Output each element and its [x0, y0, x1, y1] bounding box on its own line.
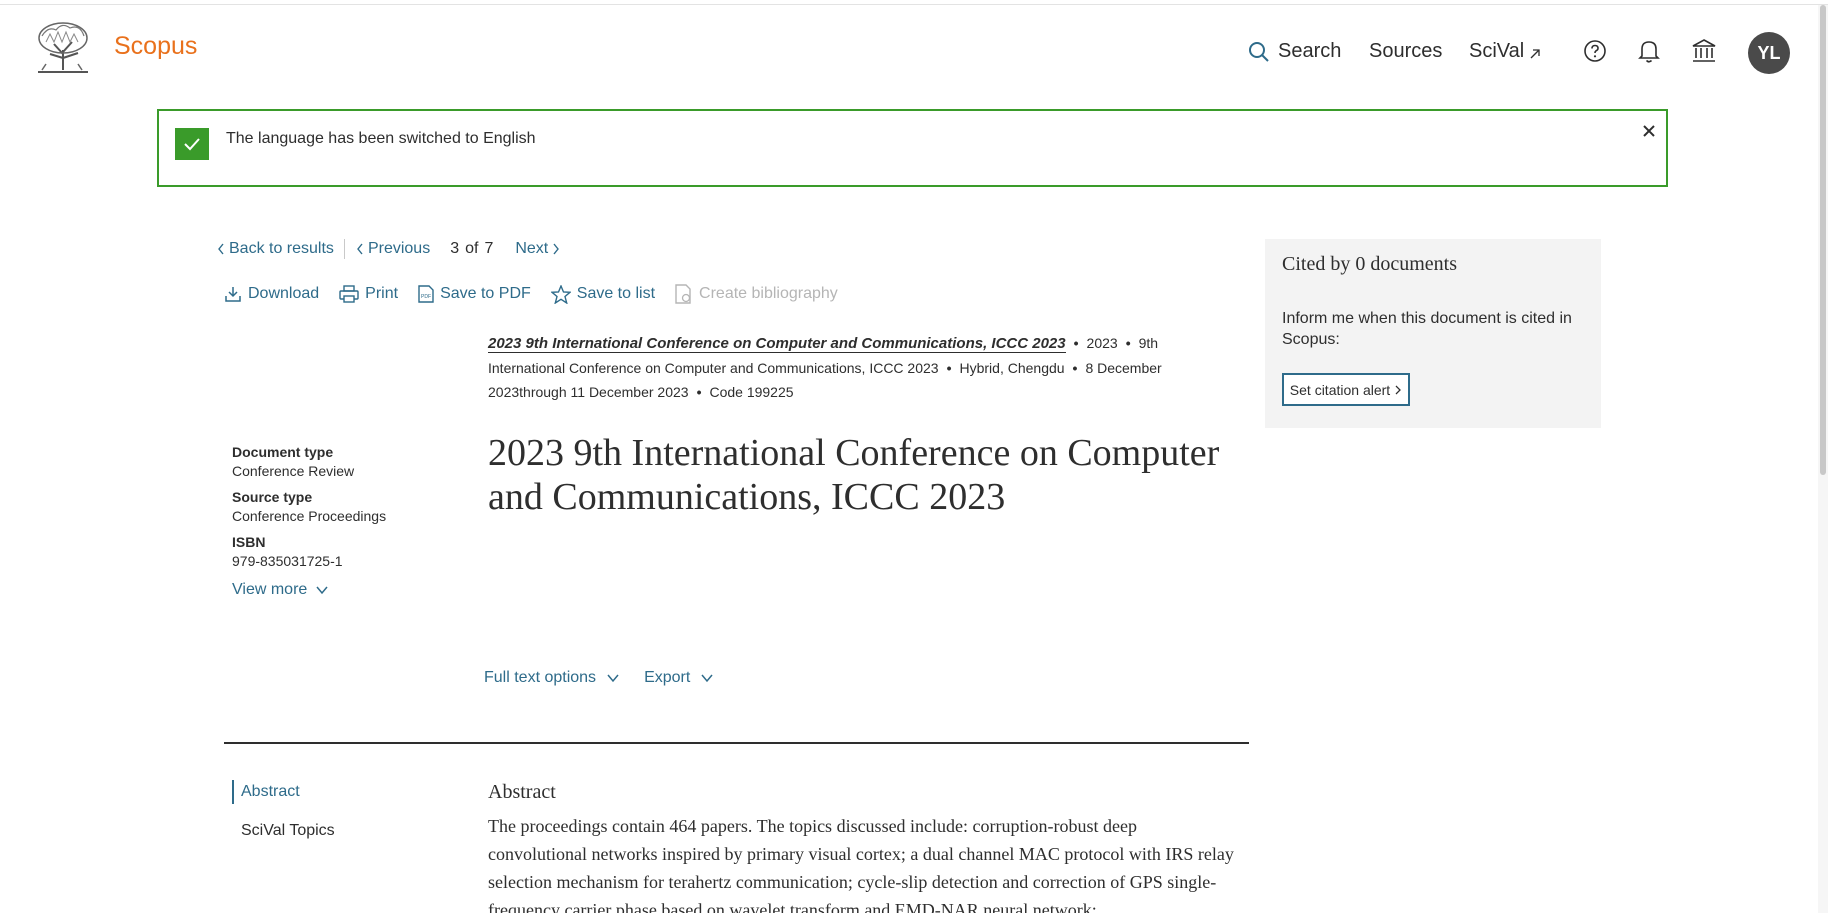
result-position: 3 of 7 — [450, 240, 493, 258]
user-avatar[interactable]: YL — [1748, 32, 1790, 74]
page-scrollbar[interactable] — [1818, 5, 1828, 913]
cited-by-title: Cited by 0 documents — [1282, 253, 1457, 275]
institution-icon[interactable] — [1690, 37, 1718, 65]
download-label: Download — [248, 285, 320, 302]
abstract-text: The proceedings contain 464 papers. The … — [488, 816, 1234, 913]
search-icon — [1249, 41, 1269, 62]
section-side-nav: Abstract SciVal Topics — [232, 780, 335, 840]
bullet-separator: • — [1125, 335, 1131, 351]
chevron-left-icon — [357, 243, 363, 255]
save-to-list-label: Save to list — [576, 285, 656, 302]
nav-search-label: Search — [1278, 40, 1342, 62]
view-more-label: View more — [232, 581, 308, 598]
chevron-down-icon — [607, 674, 619, 683]
isbn-value: 979-835031725-1 — [232, 553, 343, 569]
bullet-separator: • — [1072, 360, 1078, 376]
printer-icon — [339, 285, 359, 303]
save-to-pdf-button[interactable]: PDF Save to PDF — [418, 285, 531, 303]
previous-link[interactable]: Previous — [355, 240, 430, 258]
pdf-icon: PDF — [418, 285, 434, 303]
nav-scival-label: SciVal — [1469, 40, 1525, 62]
brand-name[interactable]: Scopus — [114, 32, 197, 61]
print-label: Print — [365, 285, 399, 302]
create-bibliography-label: Create bibliography — [699, 285, 838, 302]
export-label: Export — [644, 669, 691, 686]
section-divider — [224, 742, 1249, 744]
scrollbar-thumb[interactable] — [1820, 5, 1826, 475]
side-nav-abstract[interactable]: Abstract — [232, 780, 335, 804]
save-to-list-button[interactable]: Save to list — [550, 284, 656, 304]
export-dropdown[interactable]: Export — [644, 669, 714, 687]
source-type-value: Conference Proceedings — [232, 508, 387, 524]
chevron-right-icon — [1395, 385, 1402, 394]
star-icon — [550, 284, 571, 304]
help-icon[interactable] — [1581, 37, 1609, 65]
bullet-separator: • — [946, 360, 952, 376]
next-label: Next — [515, 240, 549, 257]
save-to-pdf-label: Save to PDF — [440, 285, 531, 302]
chevron-down-icon — [316, 586, 328, 595]
document-metadata: Document type Conference Review Source t… — [232, 444, 462, 599]
elsevier-logo-icon[interactable] — [34, 20, 92, 74]
close-icon[interactable] — [1637, 119, 1661, 143]
success-check-icon — [175, 128, 209, 160]
citation-code: Code 199225 — [709, 384, 794, 400]
document-options: Full text options Export — [484, 669, 714, 687]
current-position: 3 — [450, 240, 460, 257]
nav-search[interactable]: Search — [1248, 40, 1341, 63]
language-switched-banner: The language has been switched to Englis… — [157, 109, 1668, 187]
nav-sources-label: Sources — [1369, 40, 1443, 62]
create-bibliography-button[interactable]: Create bibliography — [675, 284, 838, 304]
site-header: Scopus Search Sources SciVal YL — [0, 5, 1828, 90]
nav-scival[interactable]: SciVal — [1469, 40, 1542, 63]
of-label: of — [465, 240, 479, 257]
document-type-value: Conference Review — [232, 463, 355, 479]
back-to-results-label: Back to results — [229, 240, 334, 257]
isbn-label: ISBN — [232, 534, 266, 550]
bibliography-icon — [675, 284, 691, 304]
banner-message: The language has been switched to Englis… — [226, 130, 536, 147]
chevron-right-icon — [553, 243, 560, 255]
download-icon — [225, 287, 241, 302]
svg-text:PDF: PDF — [421, 294, 431, 300]
source-type-label: Source type — [232, 489, 313, 505]
previous-label: Previous — [367, 240, 431, 257]
result-navigation: Back to results Previous 3 of 7 Next — [216, 239, 561, 259]
external-link-icon — [1530, 48, 1540, 58]
bullet-separator: • — [696, 384, 702, 400]
full-text-options-label: Full text options — [484, 669, 597, 686]
chevron-down-icon — [701, 674, 713, 683]
total-results: 7 — [484, 240, 494, 257]
document-type-label: Document type — [232, 444, 334, 460]
view-more-button[interactable]: View more — [232, 581, 462, 599]
full-text-options-dropdown[interactable]: Full text options — [484, 669, 620, 687]
chevron-left-icon — [218, 243, 224, 255]
download-button[interactable]: Download — [224, 285, 319, 303]
citation-location: Hybrid, Chengdu — [959, 360, 1065, 376]
source-title-link[interactable]: 2023 9th International Conference on Com… — [488, 335, 1066, 353]
nav-separator — [343, 239, 345, 259]
cited-by-panel: Cited by 0 documents Inform me when this… — [1265, 239, 1601, 428]
print-button[interactable]: Print — [339, 285, 398, 303]
document-toolbar: Download Print PDF Save to PDF Save to l… — [224, 283, 858, 305]
set-citation-alert-label: Set citation alert — [1289, 381, 1391, 398]
bullet-separator: • — [1073, 335, 1079, 351]
citation-year: 2023 — [1086, 335, 1118, 351]
notifications-bell-icon[interactable] — [1635, 37, 1663, 65]
side-nav-scival-topics[interactable]: SciVal Topics — [232, 822, 335, 840]
abstract-heading: Abstract — [488, 781, 556, 803]
next-link[interactable]: Next — [515, 240, 561, 258]
nav-sources[interactable]: Sources — [1369, 40, 1442, 63]
set-citation-alert-button[interactable]: Set citation alert — [1282, 373, 1410, 406]
back-to-results-link[interactable]: Back to results — [216, 240, 334, 258]
cited-by-description: Inform me when this document is cited in… — [1282, 310, 1572, 348]
document-title: 2023 9th International Conference on Com… — [488, 432, 1220, 518]
source-citation: 2023 9th International Conference on Com… — [488, 331, 1233, 404]
